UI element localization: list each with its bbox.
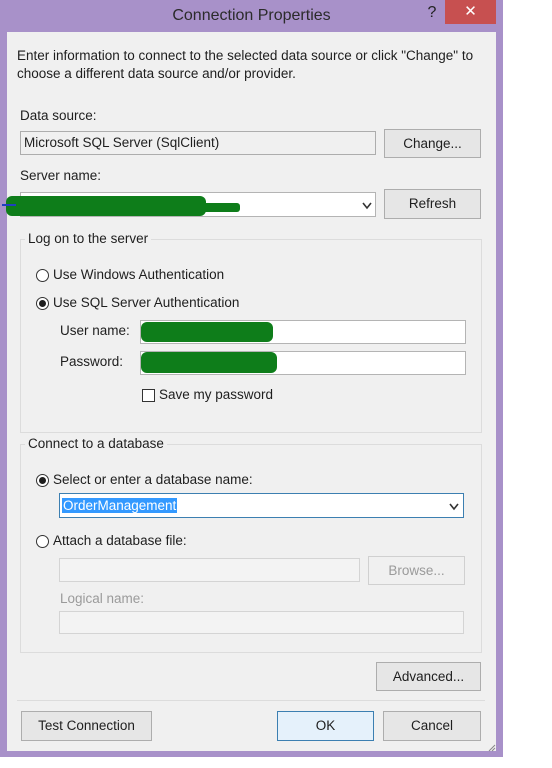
select-database-label[interactable]: Select or enter a database name:	[53, 472, 253, 487]
username-label: User name:	[60, 323, 130, 338]
windows-auth-radio[interactable]	[36, 269, 49, 282]
logical-name-label: Logical name:	[60, 591, 145, 606]
refresh-button[interactable]: Refresh	[384, 189, 481, 219]
chevron-down-icon[interactable]	[448, 502, 460, 512]
footer-divider	[17, 700, 485, 701]
sql-auth-label[interactable]: Use SQL Server Authentication	[53, 295, 239, 310]
password-redaction	[141, 352, 277, 373]
cancel-button[interactable]: Cancel	[383, 711, 481, 741]
database-file-input[interactable]	[59, 558, 360, 582]
username-redaction	[141, 322, 273, 342]
save-password-checkbox[interactable]	[142, 389, 155, 402]
server-name-redaction	[6, 196, 206, 216]
save-password-label[interactable]: Save my password	[159, 387, 273, 402]
select-database-radio[interactable]	[36, 474, 49, 487]
intro-text: Enter information to connect to the sele…	[17, 48, 474, 81]
chevron-down-icon[interactable]	[361, 201, 373, 211]
database-name-value: OrderManagement	[62, 498, 178, 513]
advanced-button[interactable]: Advanced...	[376, 662, 481, 691]
help-button[interactable]: ?	[420, 0, 444, 26]
resize-grip-icon[interactable]	[488, 744, 496, 752]
change-button[interactable]: Change...	[384, 129, 481, 158]
logical-name-input[interactable]	[59, 611, 464, 634]
data-source-value: Microsoft SQL Server (SqlClient)	[24, 135, 220, 150]
attach-database-label[interactable]: Attach a database file:	[53, 533, 187, 548]
browse-button[interactable]: Browse...	[368, 556, 465, 585]
database-name-combobox[interactable]: OrderManagement	[59, 493, 464, 518]
data-source-label: Data source:	[20, 108, 97, 123]
server-name-redaction-tail	[190, 203, 240, 212]
windows-auth-label[interactable]: Use Windows Authentication	[53, 267, 224, 282]
logon-group-title: Log on to the server	[25, 231, 152, 246]
server-name-label: Server name:	[20, 168, 102, 183]
sql-auth-radio[interactable]	[36, 297, 49, 310]
server-name-redaction-mark	[2, 204, 16, 206]
close-button[interactable]: ✕	[445, 0, 496, 24]
data-source-field: Microsoft SQL Server (SqlClient)	[20, 131, 376, 155]
test-connection-button[interactable]: Test Connection	[21, 711, 152, 741]
database-group-title: Connect to a database	[25, 436, 167, 451]
password-label: Password:	[60, 354, 124, 369]
attach-database-radio[interactable]	[36, 535, 49, 548]
ok-button[interactable]: OK	[277, 711, 374, 741]
